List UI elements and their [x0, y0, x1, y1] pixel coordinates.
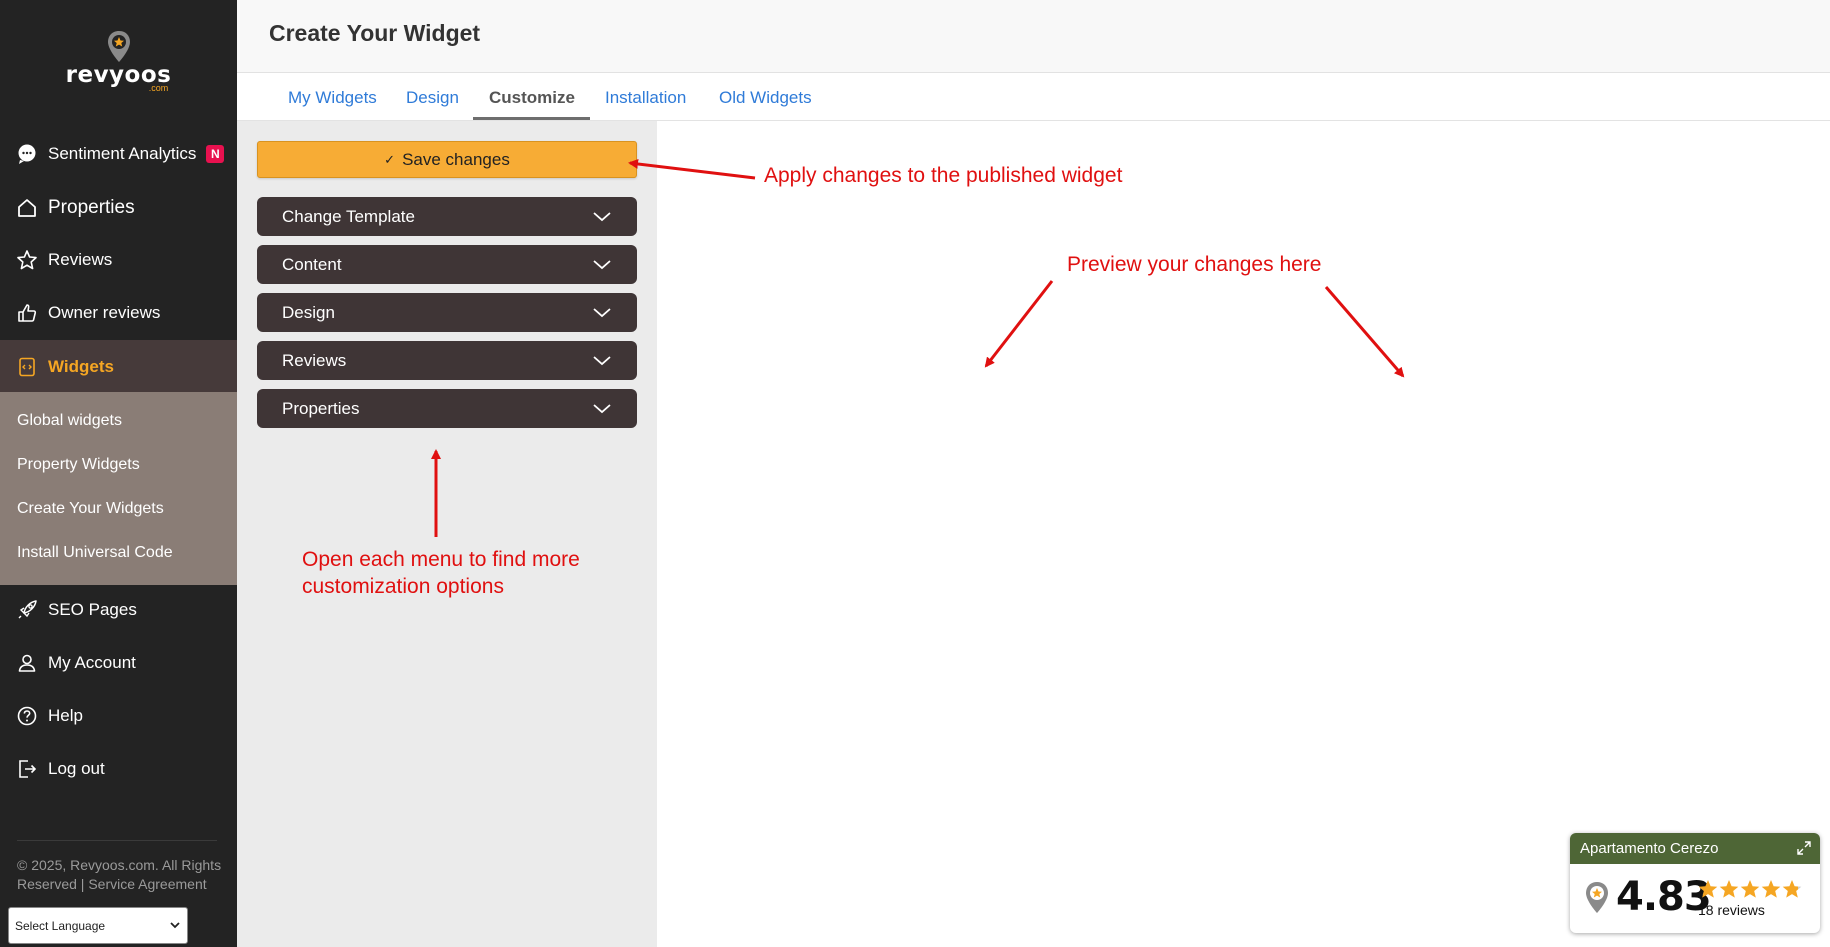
accordion-design[interactable]: Design	[257, 293, 637, 332]
accordion-label: Content	[282, 254, 342, 274]
annotation-preview: Preview your changes here	[1067, 253, 1322, 276]
sidebar-item-reviews[interactable]: Reviews	[0, 236, 237, 284]
widget-preview-area	[657, 121, 1830, 947]
annotation-menus-line1: Open each menu to find more	[302, 548, 580, 571]
widgets-submenu: Global widgets Property Widgets Create Y…	[0, 392, 237, 585]
chat-bubble-icon	[16, 143, 38, 165]
submenu-item-property-widgets[interactable]: Property Widgets	[17, 456, 140, 474]
sidebar-item-label: Log out	[48, 759, 105, 778]
rating-star-icon	[1698, 880, 1718, 898]
location-pin-icon	[1586, 882, 1608, 913]
help-circle-icon	[16, 705, 38, 727]
chevron-down-icon	[170, 922, 180, 929]
widget-code-icon	[16, 356, 38, 378]
accordion-reviews[interactable]: Reviews	[257, 341, 637, 380]
annotation-menus: Open each menu to find more customizatio…	[302, 546, 580, 600]
sidebar-item-label: Reviews	[48, 250, 113, 269]
star-rating	[1698, 880, 1802, 898]
sidebar-item-label: Sentiment Analytics	[48, 144, 197, 163]
review-count: 18 reviews	[1698, 902, 1765, 918]
sidebar-item-label: Properties	[48, 197, 135, 218]
tab-my-widgets[interactable]: My Widgets	[288, 88, 377, 108]
location-pin-icon	[107, 31, 130, 62]
review-badge-widget[interactable]: Apartamento Cerezo 4.83 18 reviews	[1570, 833, 1820, 933]
copyright-text: © 2025, Revyoos.com. All Rights Reserved…	[17, 857, 222, 892]
sidebar-item-owner-reviews[interactable]: Owner reviews	[0, 289, 237, 337]
check-icon: ✓	[384, 151, 396, 167]
customize-panel: ✓ Save changes Change Template Content D…	[237, 121, 657, 947]
annotation-save: Apply changes to the published widget	[764, 164, 1123, 187]
tab-customize[interactable]: Customize	[489, 88, 575, 108]
sidebar-item-label: SEO Pages	[48, 600, 137, 619]
accordion-label: Reviews	[282, 350, 347, 370]
active-tab-indicator	[473, 117, 590, 120]
sidebar-item-label: Owner reviews	[48, 303, 161, 322]
tab-installation[interactable]: Installation	[605, 88, 686, 108]
chevron-down-icon	[593, 260, 611, 270]
accordion-label: Properties	[282, 398, 360, 418]
review-score: 4.83	[1616, 874, 1712, 920]
sidebar-item-sentiment-analytics[interactable]: Sentiment Analytics N	[0, 130, 237, 178]
page-header: Create Your Widget	[237, 0, 1830, 73]
review-widget-property-name: Apartamento Cerezo	[1580, 840, 1719, 857]
submenu-item-install-universal-code[interactable]: Install Universal Code	[17, 544, 173, 562]
chevron-down-icon	[593, 308, 611, 318]
sidebar-item-help[interactable]: Help	[0, 692, 237, 740]
thumbs-up-icon	[16, 302, 38, 324]
chevron-down-icon	[593, 212, 611, 222]
sidebar-item-widgets[interactable]: Widgets	[0, 340, 237, 393]
chevron-down-icon	[593, 404, 611, 414]
accordion-change-template[interactable]: Change Template	[257, 197, 637, 236]
accordion-content[interactable]: Content	[257, 245, 637, 284]
rating-star-icon	[1719, 880, 1739, 898]
brand-logo[interactable]: revyoos .com	[0, 30, 237, 93]
language-select-value: Select Language	[15, 918, 106, 933]
sidebar-item-label: Widgets	[48, 356, 114, 376]
sidebar-item-label: My Account	[48, 653, 136, 672]
submenu-item-create-your-widgets[interactable]: Create Your Widgets	[17, 500, 164, 518]
language-select[interactable]: Select Language	[8, 907, 188, 944]
accordion-label: Design	[282, 302, 335, 322]
new-badge: N	[206, 145, 225, 163]
accordion-properties[interactable]: Properties	[257, 389, 637, 428]
tab-design[interactable]: Design	[406, 88, 459, 108]
review-widget-header: Apartamento Cerezo	[1570, 833, 1820, 864]
sidebar-item-label: Help	[48, 706, 83, 725]
tab-old-widgets[interactable]: Old Widgets	[719, 88, 812, 108]
rating-star-icon	[1761, 880, 1781, 898]
sidebar-item-my-account[interactable]: My Account	[0, 639, 237, 687]
home-icon	[16, 197, 38, 219]
sidebar-item-log-out[interactable]: Log out	[0, 745, 237, 793]
review-widget-body: 4.83 18 reviews	[1570, 864, 1820, 933]
submenu-item-global-widgets[interactable]: Global widgets	[17, 412, 122, 430]
logout-icon	[16, 758, 38, 780]
sidebar-divider	[17, 840, 217, 841]
annotation-menus-line2: customization options	[302, 575, 504, 598]
user-icon	[16, 652, 38, 674]
chevron-down-icon	[593, 356, 611, 366]
save-changes-label: Save changes	[402, 149, 510, 169]
rating-star-icon	[1782, 880, 1802, 898]
sidebar-item-properties[interactable]: Properties	[0, 184, 237, 232]
rating-star-icon	[1740, 880, 1760, 898]
accordion-label: Change Template	[282, 206, 415, 226]
tab-bar: My Widgets Design Customize Installation…	[237, 74, 1830, 121]
star-icon	[16, 249, 38, 271]
sidebar-item-seo-pages[interactable]: SEO Pages	[0, 586, 237, 634]
rocket-icon	[16, 599, 38, 621]
expand-icon[interactable]	[1796, 840, 1812, 856]
sidebar: revyoos .com Sentiment Analytics N Prope…	[0, 0, 237, 947]
save-changes-button[interactable]: ✓ Save changes	[257, 141, 637, 178]
page-title: Create Your Widget	[269, 20, 481, 46]
